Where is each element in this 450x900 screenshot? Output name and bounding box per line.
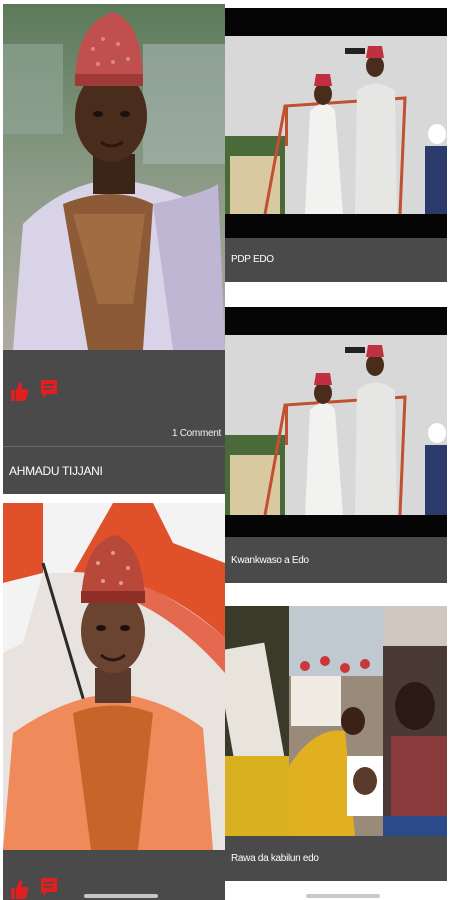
scrollbar-thumb[interactable]	[84, 894, 158, 898]
post-photo[interactable]	[3, 4, 225, 350]
comment-count[interactable]: 1 Comment	[172, 428, 221, 439]
post-card[interactable]: Kwankwaso a Edo	[225, 307, 447, 583]
post-caption-bar[interactable]: AHMADU TIJJANI	[3, 447, 225, 494]
thumbs-up-icon[interactable]	[9, 878, 29, 900]
post-card[interactable]: 1 Comment AHMADU TIJJANI	[3, 4, 225, 494]
post-card[interactable]	[3, 503, 225, 900]
comment-icon[interactable]	[39, 876, 59, 898]
post-actions: 1 Comment	[3, 350, 225, 446]
post-actions	[3, 850, 225, 900]
post-card[interactable]: PDP EDO	[225, 8, 447, 282]
video-letterbox-top	[225, 307, 447, 335]
thumbs-up-icon[interactable]	[9, 380, 29, 402]
post-photo[interactable]	[225, 335, 447, 515]
post-photo[interactable]	[225, 606, 447, 836]
post-photo[interactable]	[225, 36, 447, 214]
comment-icon[interactable]	[39, 378, 59, 400]
video-letterbox-top	[225, 8, 447, 36]
scrollbar-thumb[interactable]	[306, 894, 380, 898]
post-caption: Rawa da kabilun edo	[231, 853, 319, 864]
post-caption-bar[interactable]: Kwankwaso a Edo	[225, 537, 447, 583]
post-caption: AHMADU TIJJANI	[9, 464, 103, 478]
post-caption: PDP EDO	[231, 254, 274, 265]
post-caption-bar[interactable]: PDP EDO	[225, 238, 447, 282]
video-letterbox-bottom	[225, 515, 447, 537]
post-card[interactable]: Rawa da kabilun edo	[225, 606, 447, 881]
post-photo[interactable]	[3, 503, 225, 850]
video-letterbox-bottom	[225, 214, 447, 238]
post-caption: Kwankwaso a Edo	[231, 555, 309, 566]
post-caption-bar[interactable]: Rawa da kabilun edo	[225, 836, 447, 881]
